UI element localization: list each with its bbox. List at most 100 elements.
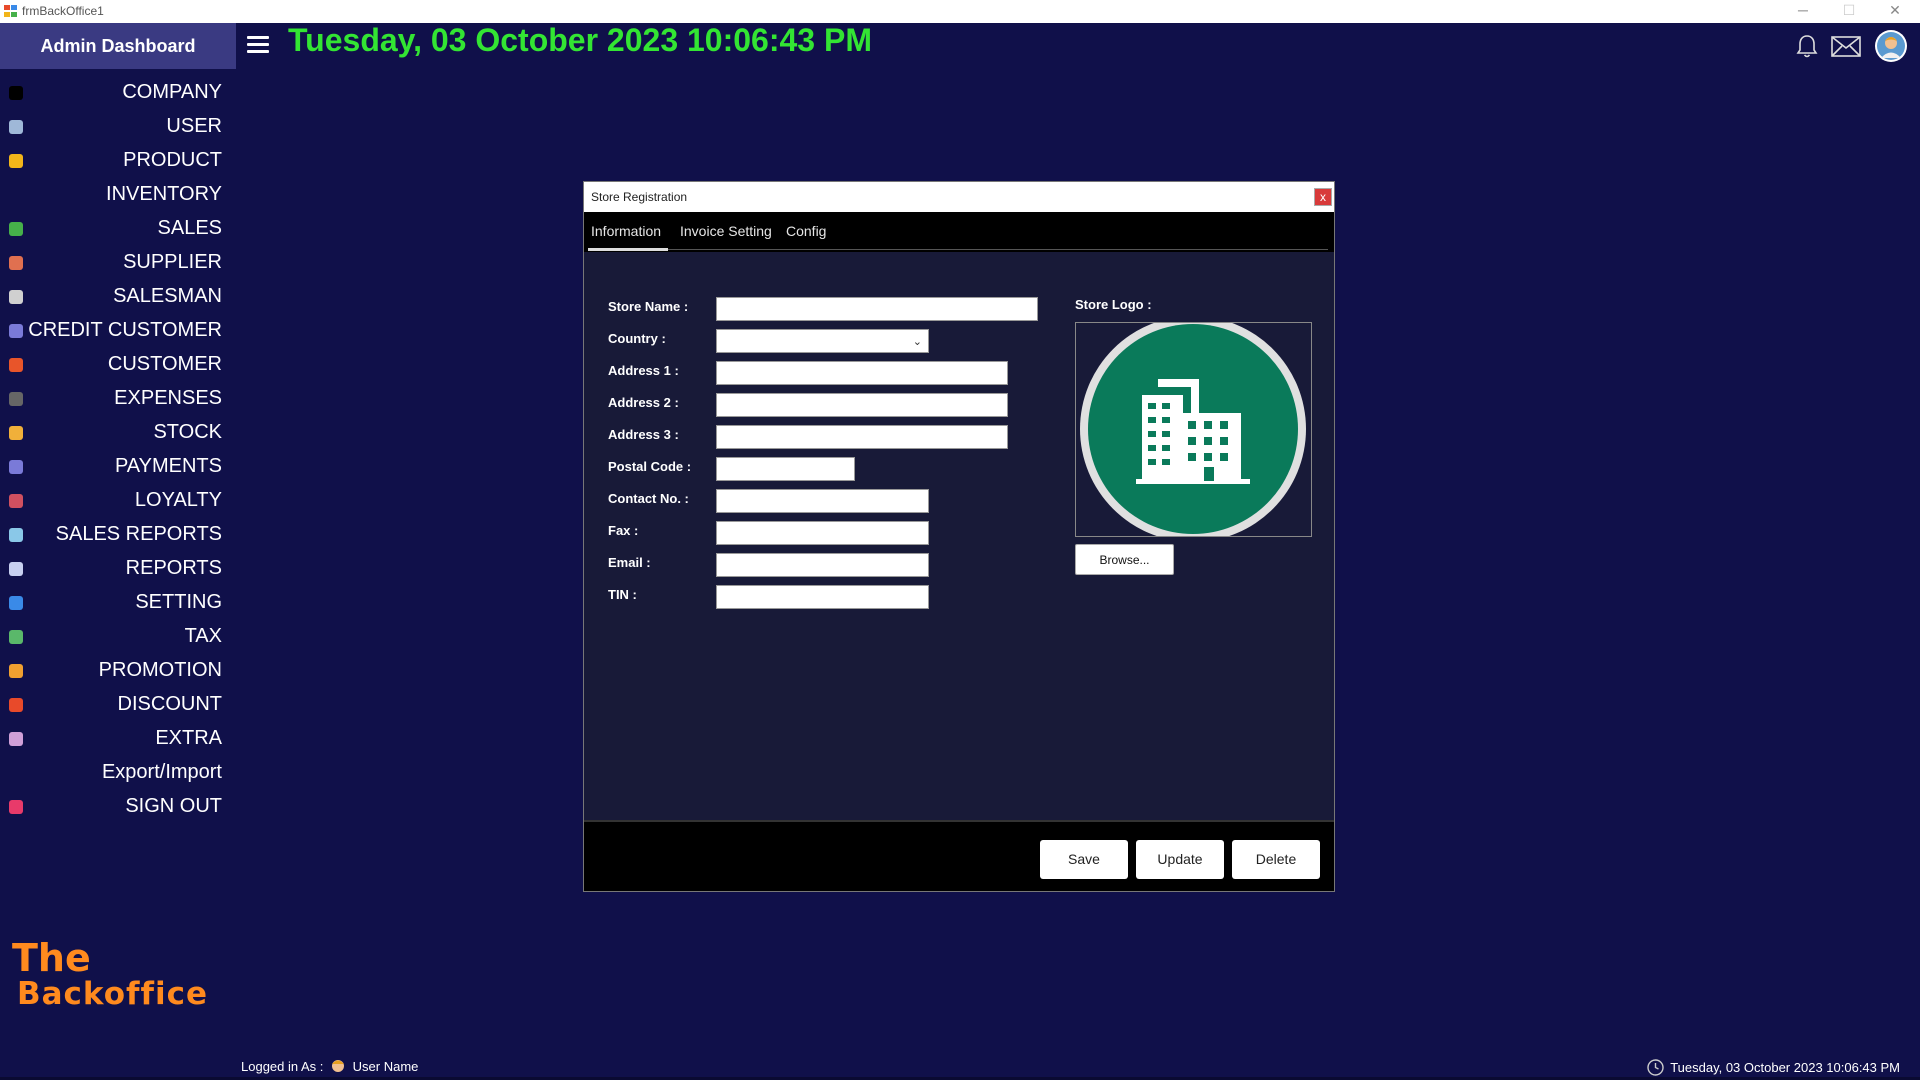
sidebar-item-label: SUPPLIER: [123, 251, 222, 273]
sidebar-item-expenses[interactable]: EXPENSES: [0, 383, 236, 417]
contact-no-label: Contact No. :: [608, 491, 689, 506]
sidebar-item-label: TAX: [184, 625, 222, 647]
browse-button[interactable]: Browse...: [1075, 544, 1174, 575]
sidebar-item-inventory[interactable]: INVENTORY: [0, 179, 236, 213]
contact-no-input[interactable]: [716, 489, 929, 513]
sidebar-item-export-import[interactable]: Export/Import: [0, 757, 236, 791]
dialog-tabbar: Information Invoice Setting Config: [584, 212, 1334, 252]
postal-code-input[interactable]: [716, 457, 855, 481]
address1-input[interactable]: [716, 361, 1008, 385]
chevron-down-icon: ⌄: [912, 336, 922, 348]
tax-icon: [9, 630, 23, 644]
maximize-button[interactable]: ☐: [1826, 0, 1872, 23]
sidebar-item-setting[interactable]: SETTING: [0, 587, 236, 621]
store-logo-label: Store Logo :: [1075, 297, 1152, 312]
sign-out-icon: [9, 800, 23, 814]
app-icon: [4, 5, 17, 17]
sidebar-item-label: LOYALTY: [134, 489, 222, 511]
clock-icon: [1647, 1059, 1664, 1076]
sidebar-item-extra[interactable]: EXTRA: [0, 723, 236, 757]
sidebar-item-loyalty[interactable]: LOYALTY: [0, 485, 236, 519]
sidebar-item-payments[interactable]: PAYMENTS: [0, 451, 236, 485]
sidebar-item-user[interactable]: USER: [0, 111, 236, 145]
bell-icon[interactable]: [1795, 33, 1819, 59]
sidebar-item-label: INVENTORY: [106, 183, 222, 205]
sidebar-item-supplier[interactable]: SUPPLIER: [0, 247, 236, 281]
sidebar-item-product[interactable]: PRODUCT: [0, 145, 236, 179]
address2-input[interactable]: [716, 393, 1008, 417]
sidebar-item-label: CUSTOMER: [107, 353, 222, 375]
address3-input[interactable]: [716, 425, 1008, 449]
payments-icon: [9, 460, 23, 474]
sidebar-item-label: SIGN OUT: [125, 795, 222, 817]
dialog-close-button[interactable]: x: [1314, 188, 1332, 206]
sidebar-item-label: CREDIT CUSTOMER: [28, 319, 222, 341]
brand-logo: The Backoffice: [12, 936, 208, 1012]
sidebar-item-stock[interactable]: STOCK: [0, 417, 236, 451]
sidebar-item-tax[interactable]: TAX: [0, 621, 236, 655]
hamburger-menu-icon[interactable]: [246, 33, 270, 57]
sales-icon: [9, 222, 23, 236]
sidebar-item-label: DISCOUNT: [117, 693, 222, 715]
expenses-icon: [9, 392, 23, 406]
update-button[interactable]: Update: [1136, 840, 1224, 879]
sidebar-item-sign-out[interactable]: SIGN OUT: [0, 791, 236, 825]
brand-line-2: Backoffice: [17, 976, 209, 1012]
discount-icon: [9, 698, 23, 712]
status-datetime-text: Tuesday, 03 October 2023 10:06:43 PM: [1670, 1060, 1900, 1075]
dialog-title: Store Registration: [591, 190, 688, 204]
window-close-button[interactable]: ✕: [1872, 0, 1918, 23]
country-select[interactable]: ⌄: [716, 329, 929, 353]
fax-label: Fax :: [608, 523, 639, 538]
sidebar-item-label: PROMOTION: [98, 659, 222, 681]
store-name-label: Store Name :: [608, 299, 689, 314]
logged-in-label: Logged in As :: [241, 1059, 324, 1074]
sidebar-item-promotion[interactable]: PROMOTION: [0, 655, 236, 689]
address1-label: Address 1 :: [608, 363, 679, 378]
sales-reports-icon: [9, 528, 23, 542]
store-logo-preview: [1075, 316, 1312, 542]
sidebar-item-label: SALESMAN: [113, 285, 222, 307]
tab-config[interactable]: Config: [786, 223, 826, 239]
loyalty-icon: [9, 494, 23, 508]
minimize-button[interactable]: ─: [1780, 0, 1826, 23]
sidebar-item-label: PAYMENTS: [114, 455, 222, 477]
status-logged-in: Logged in As : User Name: [241, 1059, 418, 1074]
mail-icon[interactable]: [1831, 36, 1861, 57]
sidebar-item-sales[interactable]: SALES: [0, 213, 236, 247]
sidebar-item-salesman[interactable]: SALESMAN: [0, 281, 236, 315]
sidebar-item-sales-reports[interactable]: SALES REPORTS: [0, 519, 236, 553]
gear-icon: [9, 596, 23, 610]
store-name-input[interactable]: [716, 297, 1038, 321]
sidebar-item-credit-customer[interactable]: CREDIT CUSTOMER: [0, 315, 236, 349]
sidebar-item-discount[interactable]: DISCOUNT: [0, 689, 236, 723]
sidebar-header: Admin Dashboard: [0, 23, 236, 69]
sidebar-title: Admin Dashboard: [40, 36, 196, 56]
active-tab-indicator: [588, 248, 668, 251]
tin-input[interactable]: [716, 585, 929, 609]
sidebar-item-company[interactable]: COMPANY: [0, 77, 236, 111]
tab-invoice-setting[interactable]: Invoice Setting: [680, 223, 772, 239]
supplier-icon: [9, 256, 23, 270]
building-icon: [1080, 316, 1306, 542]
tab-divider: [668, 249, 1328, 250]
sidebar-item-label: SALES: [157, 217, 222, 239]
status-datetime: Tuesday, 03 October 2023 10:06:43 PM: [1647, 1059, 1900, 1076]
promotion-icon: [9, 664, 23, 678]
delete-button[interactable]: Delete: [1232, 840, 1320, 879]
fax-input[interactable]: [716, 521, 929, 545]
salesman-icon: [9, 290, 23, 304]
sidebar-item-label: REPORTS: [125, 557, 222, 579]
email-input[interactable]: [716, 553, 929, 577]
tab-information[interactable]: Information: [591, 223, 661, 239]
extra-icon: [9, 732, 23, 746]
sidebar-item-label: PRODUCT: [123, 149, 222, 171]
sidebar-item-customer[interactable]: CUSTOMER: [0, 349, 236, 383]
address2-label: Address 2 :: [608, 395, 679, 410]
sidebar-nav: COMPANY USER PRODUCT INVENTORY SALES SUPPLIER…: [0, 77, 236, 825]
avatar[interactable]: [1874, 29, 1908, 63]
brand-line-1: The: [12, 936, 91, 980]
sidebar-item-reports[interactable]: REPORTS: [0, 553, 236, 587]
sidebar-item-label: EXPENSES: [114, 387, 222, 409]
save-button[interactable]: Save: [1040, 840, 1128, 879]
